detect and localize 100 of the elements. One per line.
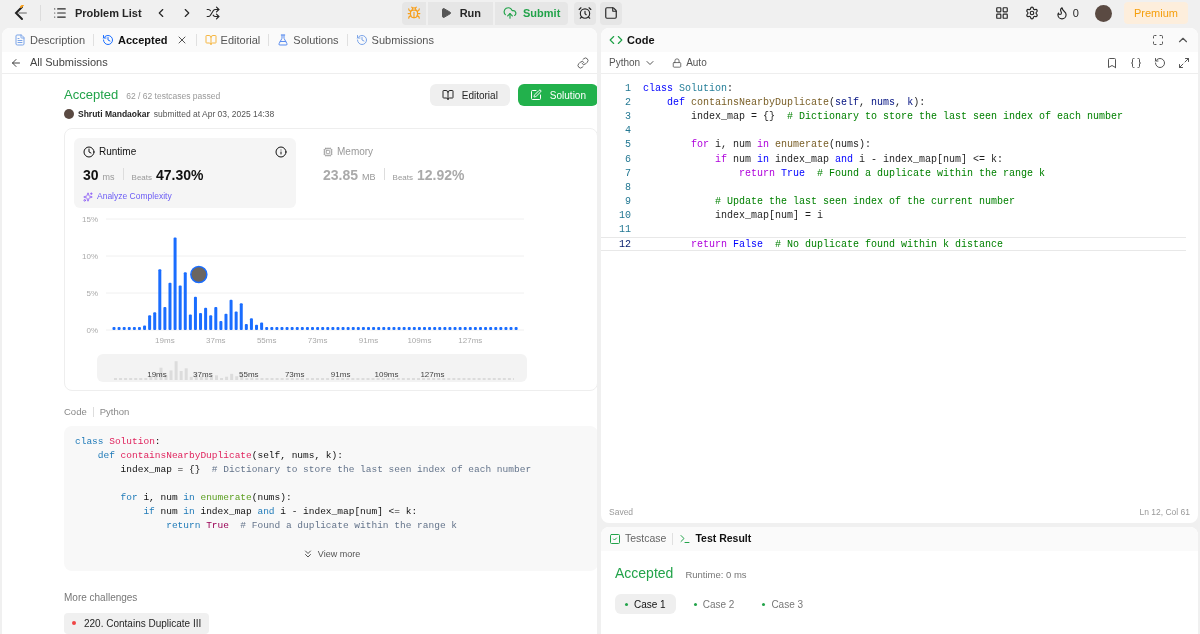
axis-label: 109ms — [407, 336, 432, 346]
case-tab[interactable]: Case 3 — [752, 594, 814, 614]
axis-label: 55ms — [256, 336, 277, 346]
panel-tab[interactable]: Submissions — [351, 31, 438, 49]
case-tab[interactable]: Case 2 — [683, 594, 745, 614]
notes-button[interactable] — [600, 1, 623, 25]
case-tab[interactable]: Case 1 — [615, 594, 676, 614]
reset-icon[interactable] — [1154, 56, 1166, 69]
testcases-text: 62 / 62 testcases passed — [126, 90, 221, 103]
info-icon[interactable] — [275, 145, 287, 158]
bar — [255, 325, 258, 331]
code-line: for i, num in enumerate(nums): — [119, 490, 293, 505]
author-name[interactable]: Shruti Mandaokar — [78, 107, 150, 121]
line-number: 2 — [624, 95, 631, 110]
bug-icon — [406, 6, 421, 20]
line-number: 6 — [624, 152, 631, 167]
code-line: class Solution: — [75, 434, 162, 449]
axis-label: 0% — [86, 326, 98, 336]
streak-counter[interactable]: 0 — [1054, 4, 1079, 22]
chip-icon — [323, 146, 333, 157]
cursor-position: Ln 12, Col 61 — [1139, 505, 1190, 519]
code-label: Code — [64, 405, 87, 420]
save-status: Saved — [609, 505, 634, 519]
code-line: return True # Found a duplicate within the range k — [738, 166, 1046, 181]
link-icon[interactable] — [577, 56, 589, 69]
axis-label: 91ms — [358, 336, 379, 346]
runtime-text: Runtime: 0 ms — [685, 568, 747, 582]
axis-label: 127ms — [458, 336, 483, 346]
line-number: 7 — [624, 166, 631, 181]
analyze-complexity-link[interactable]: Analyze Complexity — [83, 190, 172, 203]
list-icon — [53, 6, 67, 20]
stat-value: 23.85 — [323, 166, 359, 186]
note-icon — [604, 6, 619, 20]
code-line: return False # No duplicate found within k distance — [690, 237, 1004, 252]
shuffle-icon[interactable] — [205, 6, 220, 20]
cloud-upload-icon — [503, 6, 517, 20]
mode-label: Auto — [672, 55, 707, 70]
grid-icon[interactable] — [994, 6, 1009, 20]
user-avatar[interactable] — [1095, 4, 1112, 22]
bar — [479, 327, 482, 331]
line-number: 9 — [624, 195, 631, 210]
axis-label: 5% — [86, 289, 98, 299]
braces-icon[interactable] — [1130, 56, 1142, 69]
code-line: index_map = {} # Dictionary to store the last seen index of each number — [119, 462, 533, 477]
beats-label: Beats — [392, 172, 413, 185]
panel-tab[interactable]: Accepted — [98, 31, 192, 49]
axis-label: 127ms — [420, 369, 445, 382]
edit-icon — [529, 89, 542, 101]
editorial-button[interactable]: Editorial — [429, 84, 510, 106]
line-number: 10 — [618, 209, 631, 224]
panel-tab[interactable]: Test Result — [679, 531, 752, 547]
axis-label: 19ms — [147, 369, 167, 382]
view-more-button[interactable]: View more — [301, 547, 361, 561]
back-link[interactable]: All Submissions — [10, 54, 108, 71]
expand-icon[interactable] — [1178, 56, 1190, 69]
code-line: # Update the last seen index of the current number — [714, 195, 1016, 210]
language-dropdown[interactable]: Python — [609, 55, 657, 70]
submitted-text: submitted at Apr 03, 2025 14:38 — [153, 107, 275, 121]
axis-label: 10% — [82, 252, 98, 262]
range-navigator[interactable]: 19ms 37ms 55ms 73ms 91ms 109ms 127ms — [97, 354, 527, 383]
document-icon — [14, 34, 26, 46]
code-line: index_map = {} # Dictionary to store the last seen index of each number — [690, 109, 1124, 124]
panel-tab[interactable]: Description — [10, 31, 90, 49]
history-icon — [355, 34, 368, 46]
stat-label: Memory — [337, 145, 374, 160]
fullscreen-icon[interactable] — [1152, 34, 1164, 46]
bar — [367, 327, 370, 331]
code-line: if num in index_map and i - index_map[num] <= k: — [714, 152, 1004, 167]
timer-button[interactable] — [574, 1, 597, 25]
line-number: 8 — [624, 180, 631, 195]
line-number: 4 — [624, 124, 631, 139]
history-icon — [102, 34, 115, 46]
panel-tab[interactable]: Testcase — [609, 531, 667, 547]
challenge-chip[interactable]: 220. Contains Duplicate III — [64, 612, 210, 634]
stat-value: 30 — [83, 166, 99, 186]
axis-label: 73ms — [307, 336, 328, 346]
terminal-icon — [679, 533, 692, 545]
settings-icon[interactable] — [1024, 6, 1039, 20]
result-status: Accepted — [615, 564, 674, 583]
stat-label: Runtime — [99, 145, 137, 160]
book-icon — [204, 34, 217, 46]
code-line: def containsNearbyDuplicate(self, nums, k): — [96, 448, 344, 463]
problem-list-button[interactable]: Problem List — [53, 4, 142, 22]
panel-tab[interactable]: Editorial — [200, 31, 265, 49]
code-line: for i, num in enumerate(nums): — [690, 138, 872, 153]
line-number: 5 — [624, 138, 631, 153]
clock-icon — [83, 145, 95, 158]
stat-panel[interactable]: Runtime 30 ms Beats 47.30% Analyze Complexity — [74, 138, 296, 209]
run-button[interactable]: Run — [427, 1, 493, 25]
logo-icon[interactable] — [12, 5, 28, 21]
axis-label: 109ms — [374, 369, 399, 382]
stat-unit: ms — [102, 171, 115, 185]
sparkle-icon — [83, 191, 93, 202]
flame-icon — [1054, 6, 1069, 20]
beats-value: 12.92% — [417, 166, 465, 186]
code-line: if num in index_map and i - index_map[num] <= k: — [142, 504, 419, 519]
panel-tab[interactable]: Solutions — [273, 31, 343, 49]
bookmark-icon[interactable] — [1106, 56, 1118, 69]
axis-label: 91ms — [330, 369, 351, 382]
axis-label: 73ms — [284, 369, 305, 382]
